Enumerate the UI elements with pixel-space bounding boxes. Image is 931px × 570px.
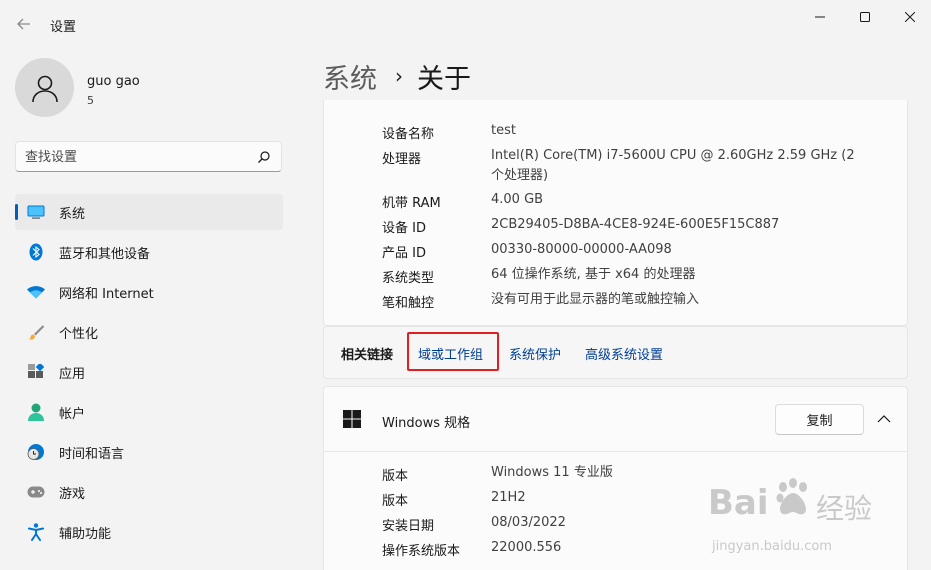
breadcrumb-parent[interactable]: 系统 (323, 57, 377, 96)
spec-label: 版本 (382, 494, 409, 509)
spec-label: 产品 ID (382, 246, 426, 261)
page-title: 关于 (417, 63, 471, 95)
device-specs-card: 设备名称 test 处理器 Intel(R) Core(TM) i7-5600U… (323, 100, 908, 326)
spec-value: 22000.556 (491, 540, 562, 555)
spec-value: 没有可用于此显示器的笔或触控输入 (491, 292, 700, 307)
person-icon (27, 403, 45, 421)
spec-value: 4.00 GB (491, 192, 544, 207)
spec-value: Windows 11 专业版 (491, 465, 613, 480)
spec-value: 21H2 (491, 490, 526, 505)
sidebar-item-bluetooth[interactable]: 蓝牙和其他设备 (15, 234, 283, 270)
person-icon (31, 75, 58, 102)
windows-spec-card: Windows 规格 复制 版本 Windows 11 专业版 版本 21H2 … (323, 386, 908, 570)
title-bar: 设置 (0, 0, 931, 48)
sidebar-item-apps[interactable]: 应用 (15, 354, 283, 390)
copy-button[interactable]: 复制 (775, 404, 864, 435)
app-title: 设置 (50, 20, 77, 35)
sidebar-item-label: 游戏 (59, 486, 86, 502)
spec-value: 64 位操作系统, 基于 x64 的处理器 (491, 267, 696, 282)
sidebar-nav: 系统 蓝牙和其他设备 网络和 Internet 个性化 应用 帐户 时间和语言 … (15, 194, 283, 554)
gamepad-icon (27, 483, 45, 501)
sidebar-item-accounts[interactable]: 帐户 (15, 394, 283, 430)
monitor-icon (27, 203, 45, 221)
windows-spec-header[interactable]: Windows 规格 复制 (324, 387, 907, 452)
search-icon[interactable] (257, 150, 271, 164)
spec-label: 安装日期 (382, 519, 435, 534)
close-icon (905, 12, 915, 22)
spec-value: 2CB29405-D8BA-4CE8-924E-600E5F15C887 (491, 217, 780, 232)
breadcrumb-separator: › (395, 64, 403, 88)
windows-spec-title: Windows 规格 (382, 416, 471, 431)
spec-value: 00330-80000-00000-AA098 (491, 242, 672, 257)
bluetooth-icon (27, 243, 45, 261)
breadcrumb: 系统 › 关于 (323, 56, 471, 96)
minimize-icon (815, 16, 825, 18)
maximize-button[interactable] (848, 6, 882, 28)
spec-label: 系统类型 (382, 271, 435, 286)
brush-icon (27, 323, 45, 341)
search-input[interactable] (25, 148, 245, 166)
spec-label: 处理器 (382, 152, 422, 167)
link-system-protection[interactable]: 系统保护 (509, 344, 561, 363)
sidebar-item-label: 时间和语言 (59, 446, 125, 462)
sidebar-item-label: 网络和 Internet (59, 286, 154, 302)
back-button[interactable] (10, 10, 38, 38)
sidebar-item-network[interactable]: 网络和 Internet (15, 274, 283, 310)
wifi-icon (27, 283, 45, 301)
sidebar-item-label: 蓝牙和其他设备 (59, 246, 151, 262)
spec-value: 08/03/2022 (491, 515, 566, 530)
spec-label: 设备 ID (382, 221, 426, 236)
globe-clock-icon (27, 443, 45, 461)
sidebar: guo gao 5 系统 蓝牙和其他设备 网络和 Internet (0, 48, 300, 570)
related-links-label: 相关链接 (341, 348, 394, 363)
spec-label: 版本 (382, 469, 409, 484)
sidebar-item-system[interactable]: 系统 (15, 194, 283, 230)
spec-label: 机带 RAM (382, 196, 441, 211)
sidebar-item-label: 个性化 (59, 326, 99, 342)
related-links-bar: 相关链接 域或工作组 系统保护 高级系统设置 (323, 326, 908, 379)
spec-value: Intel(R) Core(TM) i7-5600U CPU @ 2.60GHz… (491, 148, 855, 183)
sidebar-item-personalization[interactable]: 个性化 (15, 314, 283, 350)
sidebar-item-gaming[interactable]: 游戏 (15, 474, 283, 510)
close-button[interactable] (893, 6, 927, 28)
maximize-icon (860, 12, 870, 22)
arrow-left-icon (17, 18, 30, 30)
sidebar-item-label: 系统 (59, 206, 86, 222)
chevron-up-icon[interactable] (877, 414, 891, 424)
sidebar-item-time-language[interactable]: 时间和语言 (15, 434, 283, 470)
spec-label: 笔和触控 (382, 296, 435, 311)
user-email: 5 (87, 94, 94, 107)
minimize-button[interactable] (803, 6, 837, 28)
apps-icon (27, 363, 45, 381)
windows-logo-icon (343, 410, 361, 428)
user-profile[interactable]: guo gao 5 (15, 58, 295, 118)
link-advanced-system-settings[interactable]: 高级系统设置 (585, 344, 663, 363)
spec-value: test (491, 123, 516, 138)
sidebar-item-label: 帐户 (59, 406, 86, 422)
sidebar-item-accessibility[interactable]: 辅助功能 (15, 514, 283, 550)
user-name: guo gao (87, 74, 140, 89)
sidebar-item-label: 应用 (59, 366, 86, 382)
sidebar-item-label: 辅助功能 (59, 526, 112, 542)
avatar (15, 58, 74, 117)
spec-label: 操作系统版本 (382, 544, 461, 559)
search-box[interactable] (15, 141, 282, 172)
link-domain-workgroup[interactable]: 域或工作组 (418, 344, 483, 363)
spec-label: 设备名称 (382, 127, 435, 142)
accessibility-icon (27, 523, 45, 541)
